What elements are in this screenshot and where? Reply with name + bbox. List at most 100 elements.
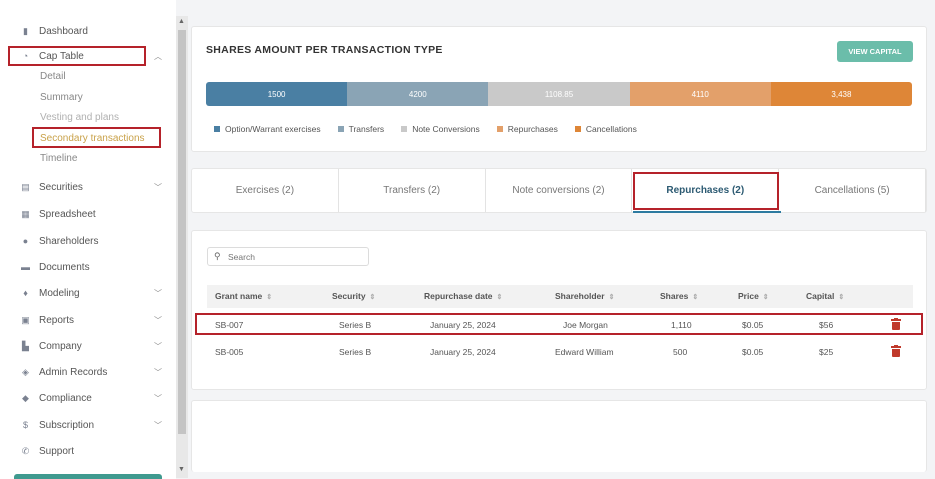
column-header-shares[interactable]: Shares ⇕ xyxy=(660,291,698,301)
cell-shareholder: Edward William xyxy=(555,347,614,357)
table-row[interactable]: SB-007 Series B January 25, 2024 Joe Mor… xyxy=(192,313,928,337)
legend-item: Note Conversions xyxy=(401,124,480,134)
legend-swatch xyxy=(214,126,220,132)
sort-icon: ⇕ xyxy=(266,294,273,301)
sidebar-item-compliance[interactable]: ◆ Compliance ﹀ xyxy=(0,387,176,409)
sidebar-item-modeling[interactable]: ♦ Modeling ﹀ xyxy=(0,282,176,304)
sort-icon: ⇕ xyxy=(496,294,503,301)
sort-icon: ⇕ xyxy=(838,294,845,301)
active-tab-underline xyxy=(633,211,781,213)
tab-exercises[interactable]: Exercises (2) xyxy=(192,169,339,212)
column-header-shareholder[interactable]: Shareholder ⇕ xyxy=(555,291,614,301)
sidebar-item-label: Support xyxy=(39,445,75,457)
cell-security: Series B xyxy=(339,347,372,357)
chevron-down-icon: ﹀ xyxy=(154,182,162,192)
column-header-repurchase-date[interactable]: Repurchase date ⇕ xyxy=(424,291,502,301)
subitem-vesting[interactable]: Vesting and plans xyxy=(40,112,119,123)
column-header-security[interactable]: Security ⇕ xyxy=(332,291,375,301)
tab-note-conversions[interactable]: Note conversions (2) xyxy=(486,169,633,212)
sidebar-item-shareholders[interactable]: ● Shareholders xyxy=(0,230,176,252)
bar-segment-exercises: 1500 xyxy=(206,82,348,106)
subitem-summary[interactable]: Summary xyxy=(40,92,83,103)
chevron-down-icon: ﹀ xyxy=(154,367,162,377)
bar-segment-cancellations: 3,438 xyxy=(770,82,912,106)
dollar-icon: $ xyxy=(22,419,28,430)
cell-shares: 500 xyxy=(673,347,688,357)
user-icon: ● xyxy=(22,235,29,246)
sort-icon: ⇕ xyxy=(692,294,699,301)
legend-label: Repurchases xyxy=(507,124,558,134)
scroll-up-icon[interactable]: ▲ xyxy=(178,18,185,25)
subitem-detail[interactable]: Detail xyxy=(40,71,66,82)
view-capital-button[interactable]: VIEW CAPITAL xyxy=(837,41,913,62)
legend-item: Option/Warrant exercises xyxy=(214,124,321,134)
sidebar-item-label: Dashboard xyxy=(39,25,88,37)
sidebar-item-admin-records[interactable]: ◈ Admin Records ﹀ xyxy=(0,361,176,383)
table-row[interactable]: SB-005 Series B January 25, 2024 Edward … xyxy=(192,340,928,364)
legend-swatch xyxy=(401,126,408,132)
tab-cancellations[interactable]: Cancellations (5) xyxy=(779,169,926,212)
legend-label: Option/Warrant exercises xyxy=(225,124,321,134)
cell-price: $0.05 xyxy=(742,347,764,357)
sidebar-item-label: Company xyxy=(39,340,82,352)
sidebar-item-label: Cap Table xyxy=(39,50,84,62)
cell-security: Series B xyxy=(339,320,372,330)
sidebar: ▮ Dashboard ◔ Cap Table ︿ Detail Summary… xyxy=(0,0,176,479)
column-header-capital[interactable]: Capital ⇕ xyxy=(806,291,844,301)
chevron-up-icon: ︿ xyxy=(154,51,162,61)
sidebar-item-label: Securities xyxy=(39,181,83,193)
tab-transfers[interactable]: Transfers (2) xyxy=(339,169,486,212)
sidebar-item-documents[interactable]: ▬ Documents xyxy=(0,256,176,278)
column-header-price[interactable]: Price ⇕ xyxy=(738,291,769,301)
bar-segment-transfers: 4200 xyxy=(347,82,489,106)
search-box: ⚲ xyxy=(207,247,369,266)
building-icon: ▙ xyxy=(22,340,29,351)
pie-chart-icon: ◔ xyxy=(22,50,29,61)
sidebar-item-label: Admin Records xyxy=(39,366,108,378)
legend-item: Repurchases xyxy=(496,124,558,134)
sidebar-item-dashboard[interactable]: ▮ Dashboard xyxy=(0,20,176,42)
sidebar-scrollbar[interactable]: ▲ ▼ xyxy=(176,16,188,478)
column-header-grant-name[interactable]: Grant name ⇕ xyxy=(215,291,272,301)
subitem-secondary-transactions[interactable]: Secondary transactions xyxy=(40,133,145,144)
sidebar-item-reports[interactable]: ▣ Reports ﹀ xyxy=(0,309,176,331)
legend: Option/Warrant exercises Transfers Note … xyxy=(214,124,654,134)
table-header: Grant name ⇕ Security ⇕ Repurchase date ⇕ S… xyxy=(207,285,913,308)
delete-icon[interactable] xyxy=(891,345,901,357)
legend-label: Note Conversions xyxy=(412,124,480,134)
cell-capital: $25 xyxy=(819,347,834,357)
sort-icon: ⇕ xyxy=(369,294,376,301)
support-icon: ✆ xyxy=(21,445,30,456)
sidebar-item-label: Subscription xyxy=(39,419,95,431)
empty-panel xyxy=(191,400,927,472)
chevron-down-icon: ﹀ xyxy=(154,341,162,351)
sidebar-item-label: Spreadsheet xyxy=(39,208,96,220)
scroll-thumb[interactable] xyxy=(178,30,186,434)
sidebar-item-cap-table[interactable]: ◔ Cap Table ︿ xyxy=(0,45,176,67)
sort-icon: ⇕ xyxy=(762,294,769,301)
cell-grant-name: SB-007 xyxy=(215,320,244,330)
sidebar-item-label: Reports xyxy=(39,314,75,326)
legend-label: Cancellations xyxy=(585,124,637,134)
delete-icon[interactable] xyxy=(891,318,901,330)
subitem-timeline[interactable]: Timeline xyxy=(40,153,77,164)
cell-price: $0.05 xyxy=(742,320,764,330)
sidebar-item-subscription[interactable]: $ Subscription ﹀ xyxy=(0,414,176,436)
sidebar-item-label: Modeling xyxy=(39,287,80,299)
chevron-down-icon: ﹀ xyxy=(154,288,162,298)
scroll-down-icon[interactable]: ▼ xyxy=(178,466,185,473)
sidebar-item-label: Shareholders xyxy=(39,235,99,247)
sidebar-item-spreadsheet[interactable]: ▦ Spreadsheet xyxy=(0,203,176,225)
sidebar-item-securities[interactable]: ▤ Securities ﹀ xyxy=(0,176,176,198)
lightbulb-icon: ♦ xyxy=(23,287,28,298)
cell-capital: $56 xyxy=(819,320,834,330)
card-title: SHARES AMOUNT PER TRANSACTION TYPE xyxy=(206,44,443,56)
search-input[interactable] xyxy=(228,250,364,264)
sort-icon: ⇕ xyxy=(608,294,615,301)
folder-icon: ▬ xyxy=(21,261,30,272)
sidebar-item-company[interactable]: ▙ Company ﹀ xyxy=(0,335,176,357)
sidebar-item-label: Documents xyxy=(39,261,90,273)
legend-swatch xyxy=(337,126,344,132)
sidebar-bottom-button[interactable] xyxy=(14,474,162,479)
sidebar-item-support[interactable]: ✆ Support xyxy=(0,440,176,462)
